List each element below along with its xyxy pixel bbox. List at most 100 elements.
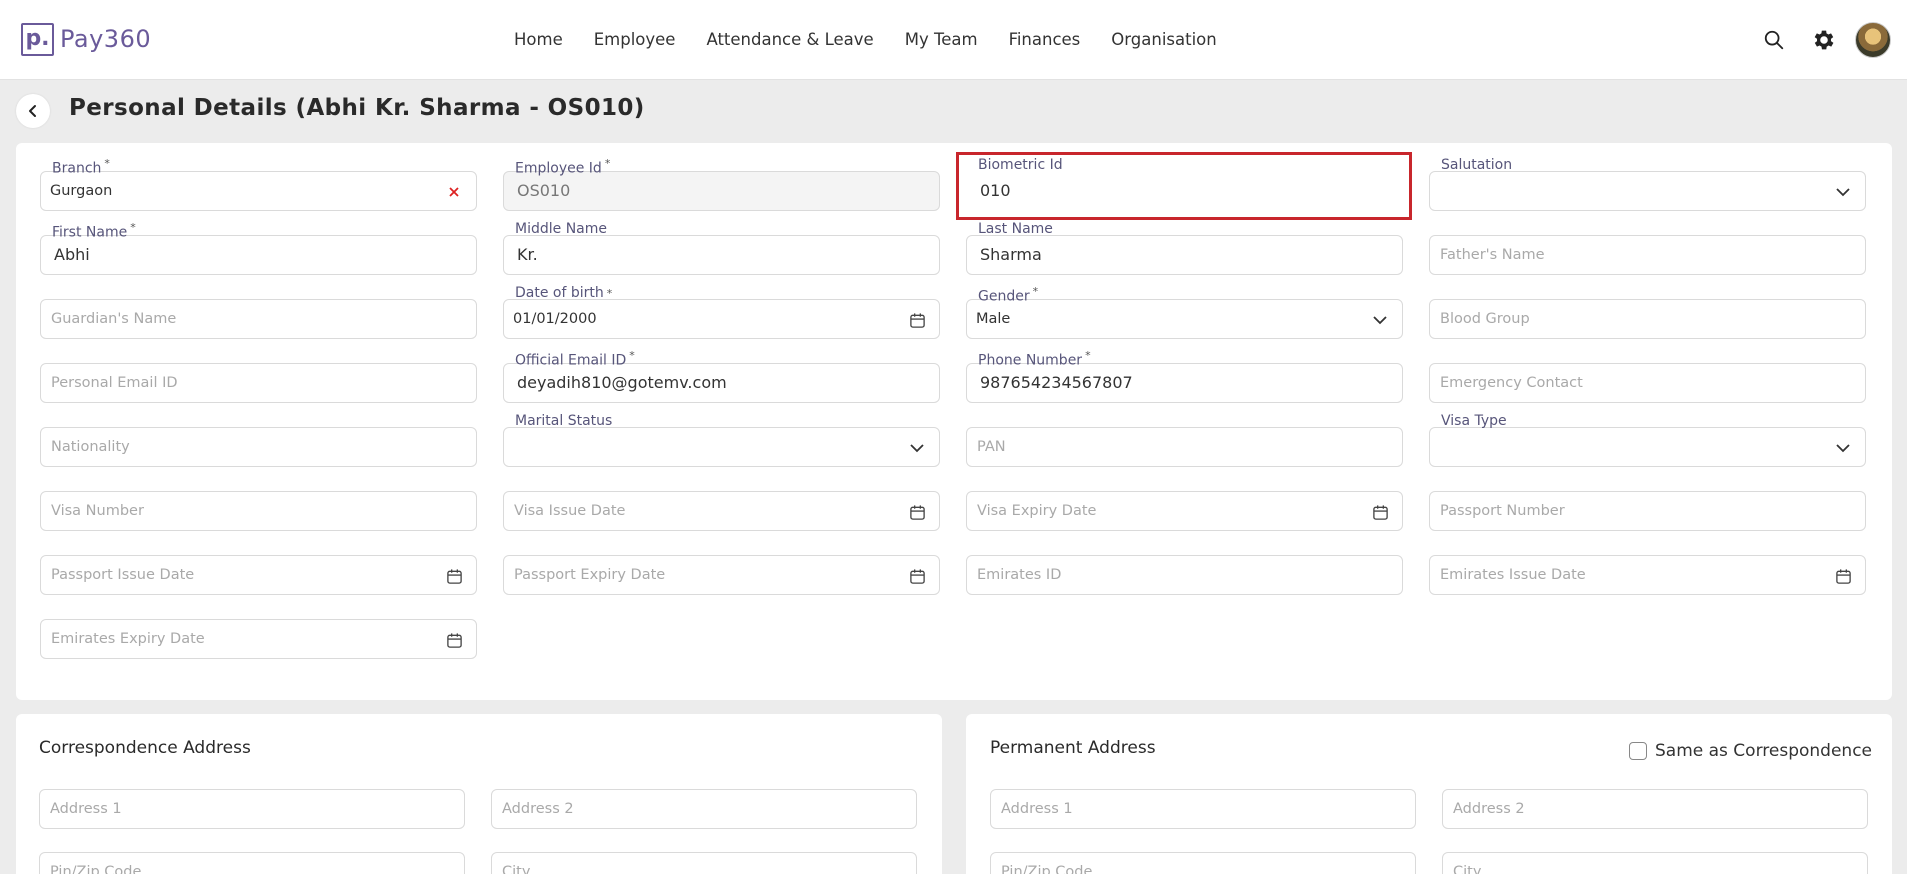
calendar-icon[interactable] [907, 310, 927, 330]
nav-finances[interactable]: Finances [1009, 30, 1081, 49]
chevron-down-icon [1833, 438, 1853, 458]
fathers-name-field[interactable]: Father's Name [1429, 235, 1866, 275]
last-name-label: Last Name [978, 221, 1053, 237]
calendar-icon[interactable] [1833, 566, 1853, 586]
personal-email-field[interactable]: Personal Email ID [40, 363, 477, 403]
guardians-name-field[interactable]: Guardian's Name [40, 299, 477, 339]
nationality-placeholder: Nationality [51, 439, 130, 455]
main-nav: Home Employee Attendance & Leave My Team… [514, 30, 1248, 49]
nav-attendance-leave[interactable]: Attendance & Leave [706, 30, 873, 49]
official-email-value: deyadih810@gotemv.com [517, 373, 727, 392]
back-button[interactable] [16, 94, 50, 128]
passport-number-placeholder: Passport Number [1440, 503, 1565, 519]
gender-label: Gender [978, 288, 1030, 305]
guardians-name-placeholder: Guardian's Name [51, 311, 177, 327]
passport-expiry-date-field[interactable]: Passport Expiry Date [503, 555, 940, 595]
perm-address1-placeholder: Address 1 [1001, 801, 1073, 817]
first-name-label: First Name [52, 224, 128, 241]
official-email-label: Official Email ID [515, 352, 627, 369]
emergency-contact-field[interactable]: Emergency Contact [1429, 363, 1866, 403]
clear-icon[interactable] [444, 182, 464, 202]
calendar-icon[interactable] [444, 630, 464, 650]
passport-issue-date-placeholder: Passport Issue Date [51, 567, 195, 583]
employee-id-value: OS010 [517, 181, 571, 200]
corr-address2-placeholder: Address 2 [502, 801, 574, 817]
phone-field[interactable]: Phone Number * 987654234567807 [966, 349, 1403, 403]
blood-group-placeholder: Blood Group [1440, 311, 1530, 327]
passport-issue-date-field[interactable]: Passport Issue Date [40, 555, 477, 595]
gender-select[interactable]: Gender * Male [966, 285, 1403, 339]
last-name-field[interactable]: Last Name Sharma [966, 221, 1403, 275]
same-as-correspondence-checkbox[interactable]: Same as Correspondence [1629, 741, 1872, 761]
user-avatar[interactable] [1855, 22, 1891, 58]
chevron-down-icon [1833, 182, 1853, 202]
calendar-icon[interactable] [1370, 502, 1390, 522]
checkbox-box[interactable] [1629, 742, 1647, 760]
nav-organisation[interactable]: Organisation [1111, 30, 1216, 49]
chevron-down-icon [907, 438, 927, 458]
branch-field[interactable]: Branch * Gurgaon [40, 157, 477, 211]
corr-address1-field[interactable]: Address 1 [39, 789, 465, 829]
calendar-icon[interactable] [907, 566, 927, 586]
branch-label: Branch [52, 160, 102, 177]
emirates-expiry-date-field[interactable]: Emirates Expiry Date [40, 619, 477, 659]
logo-text: Pay360 [60, 25, 152, 53]
calendar-icon[interactable] [907, 502, 927, 522]
first-name-field[interactable]: First Name * Abhi [40, 221, 477, 275]
dob-field[interactable]: Date of birth * 01/01/2000 [503, 285, 940, 339]
employee-id-field[interactable]: Employee Id * OS010 [503, 157, 940, 211]
corr-address2-field[interactable]: Address 2 [491, 789, 917, 829]
blood-group-field[interactable]: Blood Group [1429, 299, 1866, 339]
nav-employee[interactable]: Employee [594, 30, 676, 49]
logo-mark: p. [21, 22, 54, 56]
biometric-id-label: Biometric Id [978, 157, 1063, 173]
perm-pin-field[interactable]: Pin/Zip Code [990, 852, 1416, 874]
chevron-down-icon [1370, 310, 1390, 330]
first-name-value: Abhi [54, 245, 90, 264]
official-email-field[interactable]: Official Email ID * deyadih810@gotemv.com [503, 349, 940, 403]
corr-pin-field[interactable]: Pin/Zip Code [39, 852, 465, 874]
gear-icon[interactable] [1807, 23, 1841, 57]
nav-my-team[interactable]: My Team [905, 30, 978, 49]
app-logo[interactable]: p. Pay360 [21, 22, 151, 56]
pan-field[interactable]: PAN [966, 427, 1403, 467]
corr-city-placeholder: City [502, 864, 531, 874]
marital-status-select[interactable]: Marital Status [503, 413, 940, 467]
dob-value: 01/01/2000 [513, 311, 597, 327]
same-as-label: Same as Correspondence [1655, 741, 1872, 761]
emergency-contact-placeholder: Emergency Contact [1440, 375, 1583, 391]
perm-address2-field[interactable]: Address 2 [1442, 789, 1868, 829]
middle-name-field[interactable]: Middle Name Kr. [503, 221, 940, 275]
emirates-id-placeholder: Emirates ID [977, 567, 1062, 583]
corr-address1-placeholder: Address 1 [50, 801, 122, 817]
visa-issue-date-field[interactable]: Visa Issue Date [503, 491, 940, 531]
perm-city-field[interactable]: City [1442, 852, 1868, 874]
biometric-id-field[interactable]: Biometric Id 010 [966, 157, 1403, 211]
nationality-field[interactable]: Nationality [40, 427, 477, 467]
biometric-id-value: 010 [980, 181, 1011, 200]
emirates-expiry-date-placeholder: Emirates Expiry Date [51, 631, 205, 647]
visa-expiry-date-field[interactable]: Visa Expiry Date [966, 491, 1403, 531]
visa-type-select[interactable]: Visa Type [1429, 413, 1866, 467]
top-navbar: p. Pay360 Home Employee Attendance & Lea… [0, 0, 1907, 80]
search-icon[interactable] [1757, 23, 1791, 57]
middle-name-label: Middle Name [515, 221, 607, 237]
perm-city-placeholder: City [1453, 864, 1482, 874]
visa-type-label: Visa Type [1441, 413, 1507, 429]
pan-placeholder: PAN [977, 439, 1006, 455]
fathers-name-placeholder: Father's Name [1440, 247, 1545, 263]
visa-number-field[interactable]: Visa Number [40, 491, 477, 531]
perm-pin-placeholder: Pin/Zip Code [1001, 864, 1093, 874]
correspondence-title: Correspondence Address [39, 738, 251, 758]
personal-details-card: Branch * Gurgaon Employee Id * OS010 Biome… [16, 143, 1892, 700]
permanent-title: Permanent Address [990, 738, 1156, 758]
perm-address1-field[interactable]: Address 1 [990, 789, 1416, 829]
corr-city-field[interactable]: City [491, 852, 917, 874]
passport-number-field[interactable]: Passport Number [1429, 491, 1866, 531]
nav-home[interactable]: Home [514, 30, 563, 49]
emirates-issue-date-field[interactable]: Emirates Issue Date [1429, 555, 1866, 595]
salutation-select[interactable]: Salutation [1429, 157, 1866, 211]
phone-label: Phone Number [978, 352, 1083, 369]
calendar-icon[interactable] [444, 566, 464, 586]
emirates-id-field[interactable]: Emirates ID [966, 555, 1403, 595]
